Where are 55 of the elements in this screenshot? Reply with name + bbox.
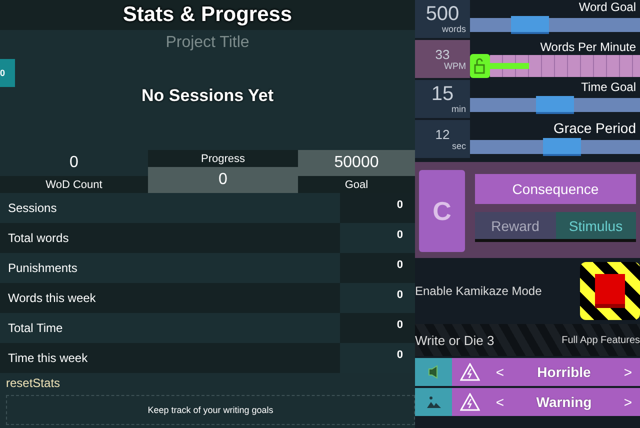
stat-label: Total words bbox=[0, 223, 340, 254]
project-title: Project Title bbox=[164, 32, 250, 53]
slider-track[interactable] bbox=[470, 98, 640, 112]
selector-value: Warning bbox=[535, 394, 593, 410]
setting-value: 33 bbox=[435, 48, 450, 60]
goal-label: Goal bbox=[298, 176, 415, 194]
setting-unit: words bbox=[442, 24, 467, 34]
slider-track[interactable] bbox=[470, 140, 640, 154]
speaker-icon[interactable] bbox=[415, 358, 452, 386]
image-icon[interactable] bbox=[415, 388, 452, 416]
warning-icon bbox=[460, 363, 480, 381]
footer-note: Keep track of your writing goals bbox=[6, 395, 415, 425]
setting-label: Time Goal bbox=[580, 80, 637, 95]
setting-label: Word Goal bbox=[578, 0, 637, 15]
stat-value: 0 bbox=[340, 193, 415, 224]
slider-track[interactable] bbox=[470, 18, 640, 32]
stat-value: 0 bbox=[340, 313, 415, 344]
side-tab[interactable]: 0 bbox=[0, 58, 15, 87]
mode-letter-badge: C bbox=[419, 170, 465, 252]
kamikaze-label: Enable Kamikaze Mode bbox=[415, 284, 542, 298]
setting-unit: WPM bbox=[444, 60, 467, 70]
previous-button[interactable]: < bbox=[488, 363, 512, 381]
next-button[interactable]: > bbox=[616, 393, 640, 411]
kamikaze-toggle[interactable] bbox=[580, 262, 640, 320]
setting-value: 500 bbox=[426, 4, 460, 24]
progress-label: Progress bbox=[148, 150, 298, 168]
stat-value: 0 bbox=[340, 253, 415, 284]
page-title: Stats & Progress bbox=[122, 2, 292, 27]
setting-label: Words Per Minute bbox=[539, 40, 637, 54]
reset-link[interactable]: resetStats bbox=[0, 373, 66, 394]
slider-thumb[interactable] bbox=[536, 96, 574, 114]
consequence-button[interactable]: Consequence bbox=[475, 174, 636, 204]
setting-label: Grace Period bbox=[552, 120, 637, 137]
empty-message: No Sessions Yet bbox=[140, 86, 274, 106]
progress-value: 0 bbox=[148, 167, 298, 194]
stat-label: Time this week bbox=[0, 343, 340, 374]
unlocked-padlock-icon[interactable] bbox=[470, 54, 490, 78]
slider-thumb[interactable] bbox=[510, 16, 548, 34]
wod-count-label: WoD Count bbox=[0, 176, 148, 194]
setting-value: 12 bbox=[435, 128, 450, 140]
mode-tab[interactable]: Stimulus bbox=[556, 212, 636, 242]
setting-value: 15 bbox=[431, 84, 454, 104]
features-link[interactable]: Full App Features bbox=[562, 334, 640, 346]
stat-label: Words this week bbox=[0, 283, 340, 314]
next-button[interactable]: > bbox=[616, 363, 640, 381]
brand-name: Write or Die 3 bbox=[415, 332, 494, 348]
goal-value: 50000 bbox=[298, 150, 415, 176]
wod-count-value: 0 bbox=[68, 153, 80, 174]
slider-thumb[interactable] bbox=[542, 138, 581, 156]
warning-icon bbox=[460, 393, 480, 411]
previous-button[interactable]: < bbox=[488, 393, 512, 411]
setting-unit: min bbox=[451, 104, 467, 114]
mode-tab[interactable]: Reward bbox=[475, 212, 556, 242]
setting-unit: sec bbox=[452, 140, 467, 150]
selector-value: Horrible bbox=[536, 364, 592, 380]
